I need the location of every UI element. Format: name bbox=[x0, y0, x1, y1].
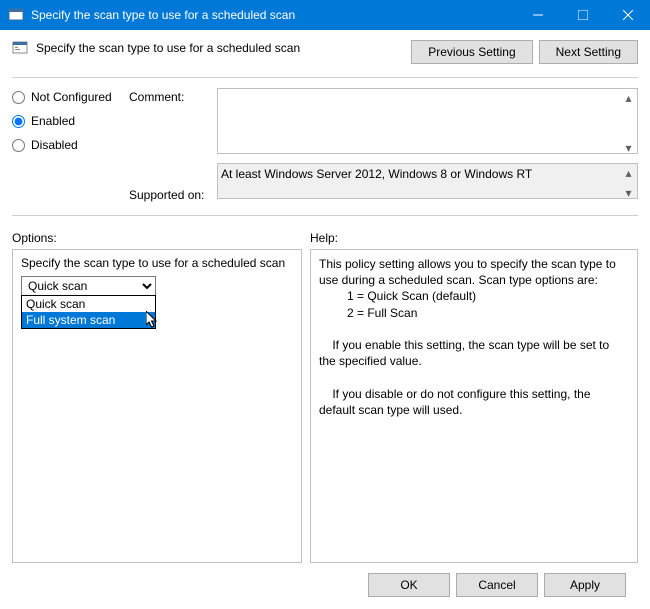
scan-type-select[interactable]: Quick scan bbox=[21, 276, 156, 296]
maximize-button[interactable] bbox=[560, 0, 605, 30]
titlebar: Specify the scan type to use for a sched… bbox=[0, 0, 650, 30]
titlebar-title: Specify the scan type to use for a sched… bbox=[31, 8, 515, 22]
dropdown-item-full-system-scan[interactable]: Full system scan bbox=[22, 312, 155, 328]
options-description: Specify the scan type to use for a sched… bbox=[21, 256, 293, 270]
dropdown-item-quick-scan[interactable]: Quick scan bbox=[22, 296, 155, 312]
header-row: Specify the scan type to use for a sched… bbox=[12, 40, 638, 64]
supported-label: Supported on: bbox=[129, 178, 217, 202]
dialog-window: Specify the scan type to use for a sched… bbox=[0, 0, 650, 609]
config-row: Not Configured Enabled Disabled Comment:… bbox=[12, 88, 638, 202]
apply-button[interactable]: Apply bbox=[544, 573, 626, 597]
ok-button[interactable]: OK bbox=[368, 573, 450, 597]
field-values: ▴ ▾ At least Windows Server 2012, Window… bbox=[217, 88, 638, 202]
comment-label: Comment: bbox=[129, 88, 217, 104]
scroll-up-icon[interactable]: ▴ bbox=[620, 164, 637, 181]
field-labels: Comment: Supported on: bbox=[129, 88, 217, 202]
divider bbox=[12, 215, 638, 216]
divider bbox=[12, 77, 638, 78]
scroll-down-icon[interactable]: ▾ bbox=[620, 139, 637, 156]
help-label: Help: bbox=[310, 231, 338, 245]
radio-disabled[interactable]: Disabled bbox=[12, 138, 129, 152]
window-controls bbox=[515, 0, 650, 30]
minimize-button[interactable] bbox=[515, 0, 560, 30]
policy-icon bbox=[12, 40, 28, 56]
scan-type-dropdown: Quick scan Full system scan bbox=[21, 295, 156, 329]
state-radio-group: Not Configured Enabled Disabled bbox=[12, 88, 129, 202]
panels: Specify the scan type to use for a sched… bbox=[12, 249, 638, 563]
supported-on-text: At least Windows Server 2012, Windows 8 … bbox=[217, 163, 638, 199]
help-panel: This policy setting allows you to specif… bbox=[310, 249, 638, 563]
options-label: Options: bbox=[12, 231, 310, 245]
scroll-down-icon[interactable]: ▾ bbox=[620, 184, 637, 201]
options-panel: Specify the scan type to use for a sched… bbox=[12, 249, 302, 563]
app-icon bbox=[8, 7, 24, 23]
comment-textarea[interactable] bbox=[217, 88, 638, 154]
panel-labels: Options: Help: bbox=[12, 231, 638, 245]
cancel-button[interactable]: Cancel bbox=[456, 573, 538, 597]
radio-not-configured[interactable]: Not Configured bbox=[12, 90, 129, 104]
footer: OK Cancel Apply bbox=[12, 563, 638, 609]
next-setting-button[interactable]: Next Setting bbox=[539, 40, 638, 64]
previous-setting-button[interactable]: Previous Setting bbox=[411, 40, 532, 64]
help-text: This policy setting allows you to specif… bbox=[319, 256, 629, 418]
radio-enabled[interactable]: Enabled bbox=[12, 114, 129, 128]
scroll-up-icon[interactable]: ▴ bbox=[620, 89, 637, 106]
page-title: Specify the scan type to use for a sched… bbox=[36, 41, 300, 55]
content-area: Specify the scan type to use for a sched… bbox=[0, 30, 650, 609]
close-button[interactable] bbox=[605, 0, 650, 30]
